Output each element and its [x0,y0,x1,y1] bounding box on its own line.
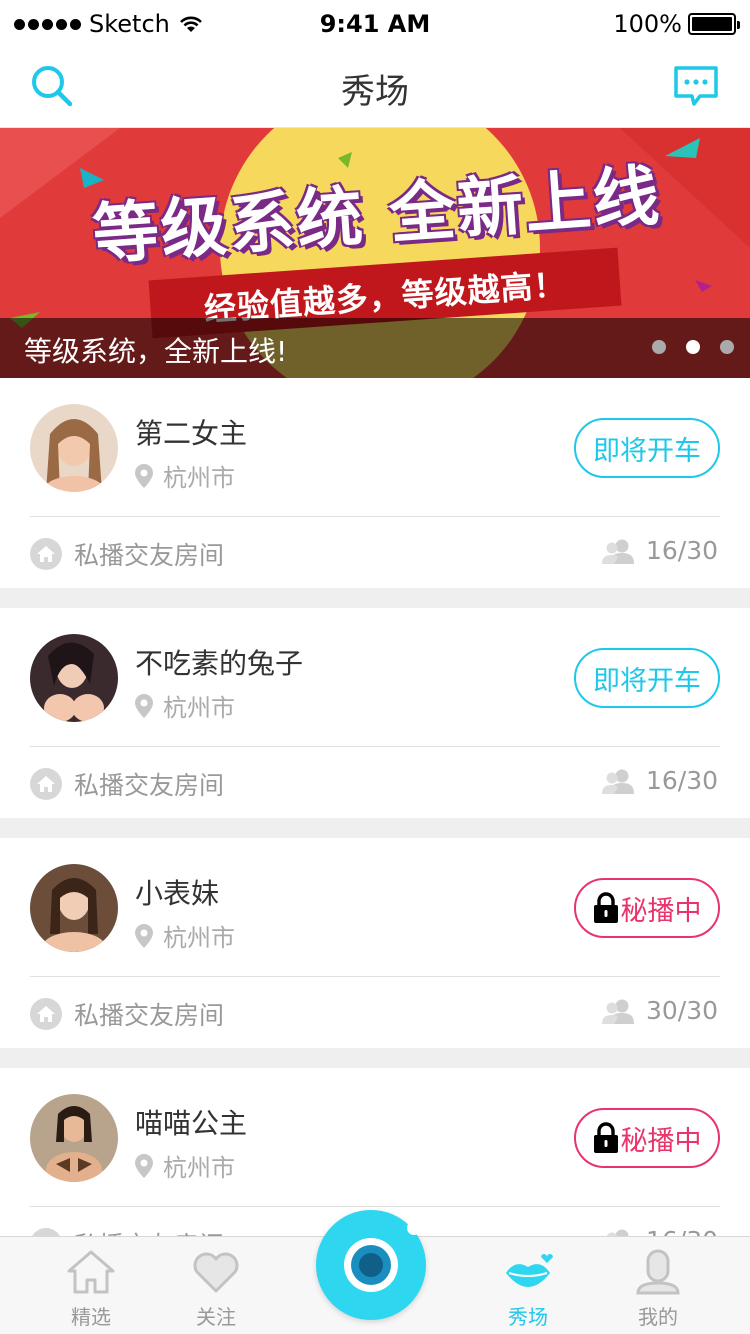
room-type-label: 私播交友房间 [74,1001,225,1030]
tab-featured[interactable]: 精选 [41,1237,141,1334]
tab-follow[interactable]: 关注 [166,1237,266,1334]
viewer-count-label: 30/30 [645,996,718,1025]
room-card[interactable]: 小表妹 杭州市 秘播中 私播交友房间 30/30 [0,838,750,1048]
room-type-label: 私播交友房间 [74,541,225,570]
home-icon [67,1250,115,1294]
status-button[interactable]: 秘播中 [574,1108,720,1168]
lips-icon [506,1254,553,1287]
room-host-name: 不吃素的兔子 [135,647,304,680]
location-label: 杭州市 [163,464,235,492]
room-type: 私播交友房间 [30,766,224,802]
room-host-name: 喵喵公主 [135,1107,248,1140]
users-icon [601,769,634,794]
status-bar: Sketch 9:41 AM 100% [0,0,750,48]
location-pin-icon [135,693,153,718]
camera-button[interactable] [316,1210,426,1320]
tab-label: 精选 [71,1305,111,1329]
room-list: 第二女主 杭州市 即将开车 私播交友房间 16/30 不吃素的兔子 杭州市 即将… [0,378,750,1298]
avatar[interactable] [30,634,118,722]
room-card[interactable]: 不吃素的兔子 杭州市 即将开车 私播交友房间 16/30 [0,608,750,818]
avatar[interactable] [30,1094,118,1182]
message-icon[interactable] [672,64,720,110]
avatar[interactable] [30,864,118,952]
status-button[interactable]: 即将开车 [574,418,720,478]
tab-show[interactable]: 秀场 [478,1237,578,1334]
room-host-name: 第二女主 [135,417,248,450]
location: 杭州市 [135,688,235,723]
banner-caption: 等级系统，全新上线! [24,335,288,368]
room-type-label: 私播交友房间 [74,771,225,800]
banner-caption-bar: 等级系统，全新上线! [0,318,750,378]
room-host-name: 小表妹 [135,877,220,910]
banner-dot-active[interactable] [686,340,700,354]
viewer-count-label: 16/30 [645,766,718,795]
viewer-count: 16/30 [601,536,718,565]
lock-icon [593,892,618,923]
viewer-count-label: 16/30 [645,536,718,565]
tab-label: 关注 [196,1305,236,1329]
divider [30,1206,720,1207]
tab-label: 我的 [638,1305,678,1329]
status-label: 秘播中 [620,1125,702,1157]
room-type: 私播交友房间 [30,996,224,1032]
tab-label: 秀场 [508,1305,548,1329]
divider [30,746,720,747]
nav-bar: 秀场 [0,48,750,128]
status-button[interactable]: 秘播中 [574,878,720,938]
location-label: 杭州市 [163,924,235,952]
status-label: 即将开车 [593,665,701,697]
status-button[interactable]: 即将开车 [574,648,720,708]
location-pin-icon [135,1153,153,1178]
app-root: Sketch 9:41 AM 100% 秀场 等级系统 全新上线 经验值越多，等… [0,0,750,1334]
room-card[interactable]: 第二女主 杭州市 即将开车 私播交友房间 16/30 [0,378,750,588]
location: 杭州市 [135,918,235,953]
viewer-count: 16/30 [601,766,718,795]
tab-bar: 精选 关注 秀场 我的 [0,1210,750,1334]
divider [30,516,720,517]
banner-pagination[interactable] [652,340,734,354]
room-type: 私播交友房间 [30,536,224,572]
location: 杭州市 [135,1148,235,1183]
users-icon [601,539,634,564]
viewer-count: 30/30 [601,996,718,1025]
user-icon [636,1249,680,1295]
promo-banner[interactable]: 等级系统 全新上线 经验值越多，等级越高！ 等级系统，全新上线! [0,128,750,378]
page-title: 秀场 [341,72,409,112]
home-icon [30,538,62,570]
users-icon [601,999,634,1024]
home-icon [30,768,62,800]
location-pin-icon [135,923,153,948]
heart-icon [193,1252,239,1293]
camera-lens-icon [344,1221,421,1292]
location: 杭州市 [135,458,235,493]
status-bar-right: 100% [613,10,740,38]
banner-dot[interactable] [652,340,666,354]
home-icon [30,998,62,1030]
status-label: 即将开车 [593,435,701,467]
location-label: 杭州市 [163,694,235,722]
divider [30,976,720,977]
lock-icon [593,1122,618,1153]
tab-mine[interactable]: 我的 [608,1237,708,1334]
status-label: 秘播中 [620,895,702,927]
banner-dot[interactable] [720,340,734,354]
battery-icon [688,13,740,35]
location-pin-icon [135,463,153,488]
battery-percent: 100% [613,10,682,38]
avatar[interactable] [30,404,118,492]
location-label: 杭州市 [163,1154,235,1182]
